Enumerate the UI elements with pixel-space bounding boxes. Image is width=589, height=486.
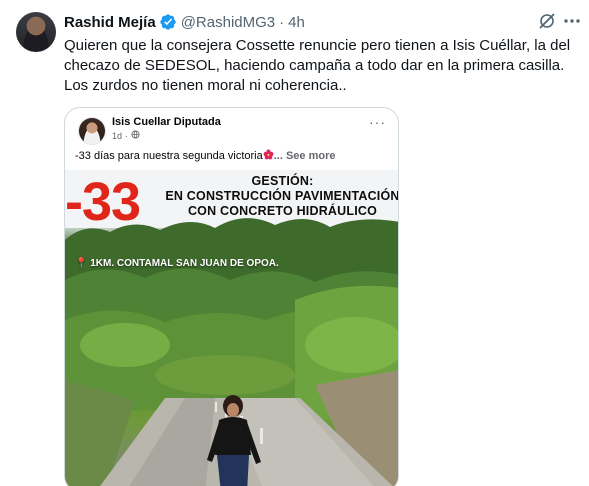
author-name[interactable]: Rashid Mejía — [64, 14, 156, 31]
countdown-number: -33 — [65, 172, 141, 232]
post-caption-text: -33 días para nuestra segunda victoria — [75, 150, 263, 162]
post-meta: 1d · — [112, 130, 140, 141]
post-more-icon: ··· — [369, 114, 386, 130]
avatar[interactable] — [16, 12, 56, 52]
headline-line-2: EN CONSTRUCCIÓN PAVIMENTACIÓN — [165, 189, 399, 203]
hibiscus-icon — [263, 149, 274, 160]
more-options-icon[interactable] — [562, 11, 582, 31]
verified-badge-icon[interactable] — [159, 13, 177, 31]
embedded-post-card[interactable]: Isis Cuellar Diputada 1d · ··· -33 días … — [64, 107, 399, 486]
author-handle[interactable]: @RashidMG3 — [181, 14, 275, 31]
headline-line-1: GESTIÓN: — [251, 174, 314, 188]
post-caption: -33 días para nuestra segunda victoria..… — [75, 149, 336, 162]
post-image: -33 GESTIÓN: EN CONSTRUCCIÓN PAVIMENTACI… — [65, 170, 399, 486]
separator-dot: · — [279, 13, 285, 31]
post-meta-separator: · — [125, 130, 129, 141]
tweet-header: Rashid Mejía @RashidMG3 · 4h — [64, 12, 305, 32]
location-pin-icon: 📍 — [75, 258, 88, 269]
page-avatar — [78, 117, 106, 145]
grok-icon[interactable] — [537, 11, 557, 31]
post-age: 1d — [112, 130, 123, 141]
globe-icon — [131, 130, 140, 141]
image-location-text: 1KM. CONTAMAL SAN JUAN DE OPOA. — [90, 258, 279, 269]
image-headline: GESTIÓN: EN CONSTRUCCIÓN PAVIMENTACIÓN C… — [165, 174, 399, 219]
tweet[interactable]: Rashid Mejía @RashidMG3 · 4h Quieren que… — [0, 0, 589, 486]
tweet-text: Quieren que la consejera Cossette renunc… — [64, 37, 571, 94]
timestamp[interactable]: 4h — [288, 14, 305, 31]
see-more-link: ... See more — [273, 150, 336, 162]
headline-line-3: CON CONCRETO HIDRÁULICO — [187, 204, 378, 218]
page-name: Isis Cuellar Diputada — [112, 116, 221, 128]
image-location: 📍 1KM. CONTAMAL SAN JUAN DE OPOA. — [75, 258, 279, 269]
